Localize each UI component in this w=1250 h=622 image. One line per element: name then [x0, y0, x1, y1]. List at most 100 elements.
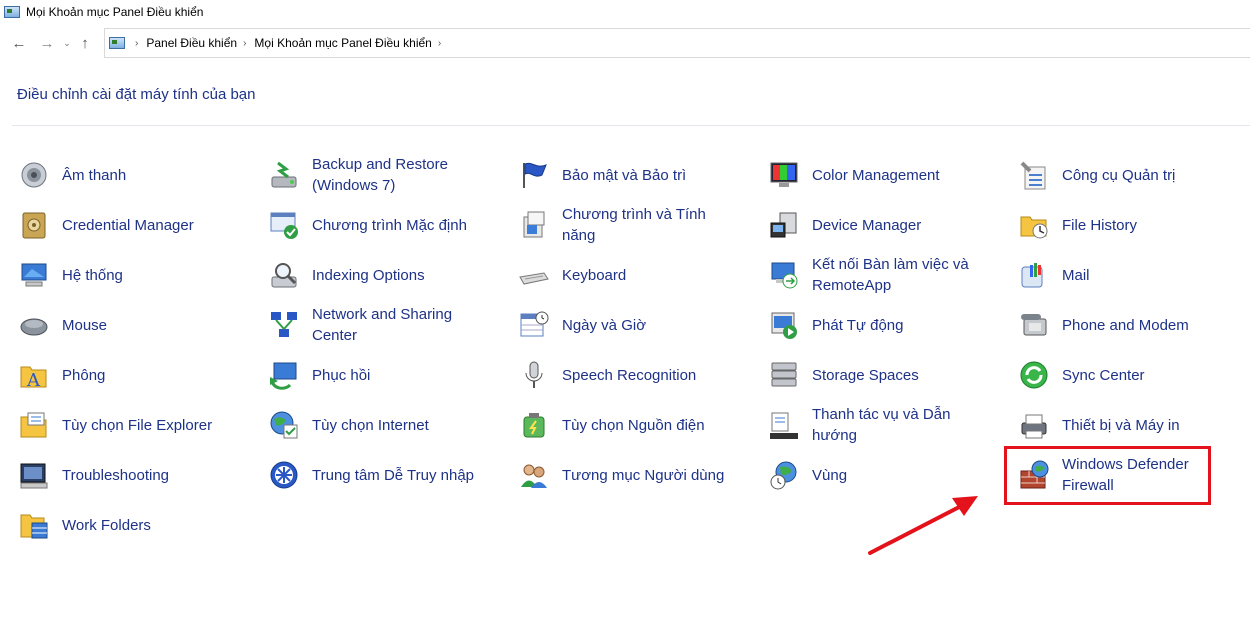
control-panel-item-label[interactable]: Chương trình và Tính năng: [562, 204, 730, 246]
autoplay-icon: [768, 309, 800, 341]
control-panel-item-label[interactable]: Công cụ Quản trị: [1062, 165, 1230, 186]
control-panel-item-label[interactable]: Tương mục Người dùng: [562, 465, 730, 486]
control-panel-item[interactable]: Âm thanh: [0, 153, 230, 197]
speaker-icon: [18, 159, 50, 191]
keyboard-icon: [518, 259, 550, 291]
control-panel-item-label[interactable]: Sync Center: [1062, 365, 1230, 386]
indexing-icon: [268, 259, 300, 291]
flag-icon: [518, 159, 550, 191]
control-panel-item-label[interactable]: Trung tâm Dễ Truy nhập: [312, 465, 480, 486]
computer-icon: [18, 259, 50, 291]
users-icon: [518, 459, 550, 491]
mouse-icon: [18, 309, 50, 341]
control-panel-item[interactable]: Chương trình Mặc định: [250, 203, 480, 247]
remoteapp-icon: [768, 259, 800, 291]
control-panel-item-label[interactable]: Indexing Options: [312, 265, 480, 286]
control-panel-item-label[interactable]: Color Management: [812, 165, 980, 186]
internet-options-icon: [268, 409, 300, 441]
control-panel-item[interactable]: Network and Sharing Center: [250, 303, 480, 347]
control-panel-item[interactable]: File History: [1000, 203, 1230, 247]
work-folders-icon: [18, 509, 50, 541]
default-programs-icon: [268, 209, 300, 241]
control-panel-item[interactable]: Phục hồi: [250, 353, 480, 397]
ease-of-access-icon: [268, 459, 300, 491]
control-panel-item[interactable]: Tùy chọn File Explorer: [0, 403, 230, 447]
folder-options-icon: [18, 409, 50, 441]
control-panel-item-label[interactable]: Network and Sharing Center: [312, 304, 480, 346]
control-panel-item-label[interactable]: Phục hồi: [312, 365, 480, 386]
control-panel-item-label[interactable]: Thanh tác vụ và Dẫn hướng: [812, 404, 980, 446]
control-panel-items: Âm thanh Backup and Restore (Windows 7) Bả…: [0, 0, 1250, 622]
control-panel-item[interactable]: Work Folders: [0, 503, 230, 547]
control-panel-item[interactable]: Device Manager: [750, 203, 980, 247]
vault-icon: [18, 209, 50, 241]
control-panel-item-label[interactable]: Kết nối Bàn làm việc và RemoteApp: [812, 254, 980, 296]
control-panel-item-label[interactable]: Phone and Modem: [1062, 315, 1230, 336]
control-panel-item[interactable]: Color Management: [750, 153, 980, 197]
device-manager-icon: [768, 209, 800, 241]
mail-icon: [1018, 259, 1050, 291]
control-panel-item[interactable]: Phone and Modem: [1000, 303, 1230, 347]
microphone-icon: [518, 359, 550, 391]
sync-icon: [1018, 359, 1050, 391]
power-icon: [518, 409, 550, 441]
control-panel-item[interactable]: Tương mục Người dùng: [500, 453, 730, 497]
control-panel-item[interactable]: Trung tâm Dễ Truy nhập: [250, 453, 480, 497]
troubleshoot-icon: [18, 459, 50, 491]
control-panel-item-label[interactable]: Work Folders: [62, 515, 230, 536]
control-panel-item-label[interactable]: Backup and Restore (Windows 7): [312, 154, 480, 196]
taskbar-icon: [768, 409, 800, 441]
control-panel-item[interactable]: Kết nối Bàn làm việc và RemoteApp: [750, 253, 980, 297]
control-panel-item-label[interactable]: Thiết bị và Máy in: [1062, 415, 1230, 436]
backup-icon: [268, 159, 300, 191]
control-panel-item[interactable]: Công cụ Quản trị: [1000, 153, 1230, 197]
file-history-icon: [1018, 209, 1050, 241]
control-panel-item-label[interactable]: Bảo mật và Bảo trì: [562, 165, 730, 186]
control-panel-item[interactable]: Ngày và Giờ: [500, 303, 730, 347]
calendar-clock-icon: [518, 309, 550, 341]
control-panel-item[interactable]: Tùy chọn Nguồn điện: [500, 403, 730, 447]
control-panel-item[interactable]: Indexing Options: [250, 253, 480, 297]
control-panel-item[interactable]: Backup and Restore (Windows 7): [250, 153, 480, 197]
control-panel-item[interactable]: Storage Spaces: [750, 353, 980, 397]
control-panel-item-label[interactable]: Device Manager: [812, 215, 980, 236]
control-panel-item[interactable]: Tùy chọn Internet: [250, 403, 480, 447]
control-panel-item-label[interactable]: Credential Manager: [62, 215, 230, 236]
pointer-arrow: [868, 496, 978, 555]
programs-icon: [518, 209, 550, 241]
control-panel-item[interactable]: Keyboard: [500, 253, 730, 297]
control-panel-item-label[interactable]: Chương trình Mặc định: [312, 215, 480, 236]
control-panel-item-label[interactable]: Troubleshooting: [62, 465, 230, 486]
control-panel-item-label[interactable]: Mouse: [62, 315, 230, 336]
control-panel-item-label[interactable]: File History: [1062, 215, 1230, 236]
control-panel-item[interactable]: Credential Manager: [0, 203, 230, 247]
control-panel-item[interactable]: Sync Center: [1000, 353, 1230, 397]
control-panel-item[interactable]: Phát Tự động: [750, 303, 980, 347]
control-panel-item-label[interactable]: Phông: [62, 365, 230, 386]
control-panel-item-label[interactable]: Keyboard: [562, 265, 730, 286]
control-panel-item-label[interactable]: Phát Tự động: [812, 315, 980, 336]
control-panel-item[interactable]: Hệ thống: [0, 253, 230, 297]
control-panel-item-label[interactable]: Tùy chọn File Explorer: [62, 415, 230, 436]
svg-text:A: A: [26, 370, 41, 391]
control-panel-item-label[interactable]: Âm thanh: [62, 165, 230, 186]
control-panel-item-label[interactable]: Tùy chọn Internet: [312, 415, 480, 436]
control-panel-item[interactable]: A Phông: [0, 353, 230, 397]
control-panel-item-label[interactable]: Ngày và Giờ: [562, 315, 730, 336]
control-panel-item[interactable]: Speech Recognition: [500, 353, 730, 397]
printer-icon: [1018, 409, 1050, 441]
color-monitor-icon: [768, 159, 800, 191]
control-panel-item[interactable]: Thanh tác vụ và Dẫn hướng: [750, 403, 980, 447]
control-panel-item[interactable]: Mouse: [0, 303, 230, 347]
control-panel-item-label[interactable]: Tùy chọn Nguồn điện: [562, 415, 730, 436]
control-panel-item[interactable]: Bảo mật và Bảo trì: [500, 153, 730, 197]
control-panel-item[interactable]: Chương trình và Tính năng: [500, 203, 730, 247]
control-panel-item[interactable]: Thiết bị và Máy in: [1000, 403, 1230, 447]
control-panel-item-label[interactable]: Storage Spaces: [812, 365, 980, 386]
control-panel-item[interactable]: Troubleshooting: [0, 453, 230, 497]
control-panel-item-label[interactable]: Hệ thống: [62, 265, 230, 286]
control-panel-item-label[interactable]: Mail: [1062, 265, 1230, 286]
control-panel-item-label[interactable]: Speech Recognition: [562, 365, 730, 386]
font-folder-icon: A: [18, 359, 50, 391]
control-panel-item[interactable]: Mail: [1000, 253, 1230, 297]
